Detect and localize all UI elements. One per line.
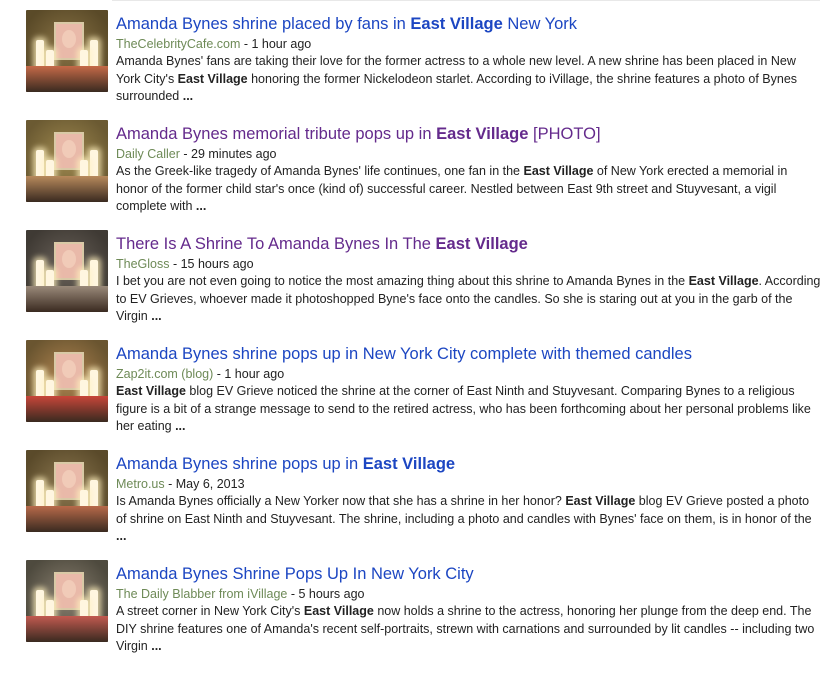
title-text-end: New York <box>502 15 578 33</box>
result-title-link[interactable]: Amanda Bynes shrine pops up in New York … <box>116 344 816 364</box>
result-title-link[interactable]: Amanda Bynes Shrine Pops Up In New York … <box>116 564 816 584</box>
timestamp: - 1 hour ago <box>240 37 312 51</box>
snippet-text: I bet you are not even going to notice t… <box>116 274 689 288</box>
shrine-photo-thumbnail[interactable] <box>26 450 108 532</box>
shrine-photo-thumbnail[interactable] <box>26 560 108 642</box>
title-highlight: East Village <box>362 455 456 473</box>
shrine-photo-thumbnail[interactable] <box>26 340 108 422</box>
shrine-photo-thumbnail[interactable] <box>26 120 108 202</box>
snippet-text: Is Amanda Bynes officially a New Yorker … <box>116 494 566 508</box>
shrine-photo-thumbnail[interactable] <box>26 230 108 312</box>
shrine-photo-thumbnail[interactable] <box>26 10 108 92</box>
source-name[interactable]: TheGloss <box>116 257 170 271</box>
title-highlight: East Village <box>410 15 503 33</box>
result-snippet: Amanda Bynes' fans are taking their love… <box>116 53 822 106</box>
result-meta: The Daily Blabber from iVillage - 5 hour… <box>116 586 816 602</box>
source-name[interactable]: Metro.us <box>116 477 165 491</box>
title-highlight: East Village <box>436 125 529 143</box>
timestamp: - 1 hour ago <box>213 367 285 381</box>
news-result: Amanda Bynes shrine pops up in East Vill… <box>0 442 836 546</box>
news-result: Amanda Bynes shrine placed by fans in Ea… <box>0 2 836 106</box>
title-text-end: [PHOTO] <box>528 125 601 143</box>
snippet-ellipsis: ... <box>151 309 162 323</box>
title-text: Amanda Bynes shrine placed by fans in <box>116 15 411 33</box>
snippet-highlight: East Village <box>688 274 759 288</box>
title-highlight: East Village <box>435 235 528 253</box>
news-result: Amanda Bynes Shrine Pops Up In New York … <box>0 552 836 656</box>
source-name[interactable]: Zap2it.com (blog) <box>116 367 213 381</box>
snippet-highlight: East Village <box>303 604 374 618</box>
result-title-link[interactable]: Amanda Bynes shrine pops up in East Vill… <box>116 454 816 474</box>
news-result: There Is A Shrine To Amanda Bynes In The… <box>0 222 836 326</box>
snippet-highlight: East Village <box>523 164 594 178</box>
result-meta: TheGloss - 15 hours ago <box>116 256 816 272</box>
source-name[interactable]: The Daily Blabber from iVillage <box>116 587 287 601</box>
result-meta: Daily Caller - 29 minutes ago <box>116 146 816 162</box>
result-meta: TheCelebrityCafe.com - 1 hour ago <box>116 36 816 52</box>
title-text: There Is A Shrine To Amanda Bynes In The <box>116 235 436 253</box>
snippet-highlight: East Village <box>565 494 636 508</box>
title-text: Amanda Bynes shrine pops up in New York … <box>116 345 692 363</box>
snippet-text: As the Greek-like tragedy of Amanda Byne… <box>116 164 524 178</box>
title-text: Amanda Bynes memorial tribute pops up in <box>116 125 437 143</box>
snippet-ellipsis: ... <box>195 199 207 213</box>
result-snippet: Is Amanda Bynes officially a New Yorker … <box>116 493 822 546</box>
title-text: Amanda Bynes shrine pops up in <box>116 455 363 473</box>
result-title-link[interactable]: Amanda Bynes shrine placed by fans in Ea… <box>116 14 816 34</box>
title-text: Amanda Bynes Shrine Pops Up In New York … <box>116 565 474 583</box>
snippet-highlight: East Village <box>177 71 248 86</box>
timestamp: - 15 hours ago <box>169 257 254 271</box>
snippet-text-end: blog EV Grieve noticed the shrine at the… <box>116 384 811 433</box>
result-snippet: East Village blog EV Grieve noticed the … <box>116 383 822 436</box>
news-result: Amanda Bynes shrine pops up in New York … <box>0 332 836 436</box>
snippet-ellipsis: ... <box>175 419 186 433</box>
timestamp: - May 6, 2013 <box>164 477 245 491</box>
result-snippet: I bet you are not even going to notice t… <box>116 273 822 326</box>
result-meta: Zap2it.com (blog) - 1 hour ago <box>116 366 816 382</box>
snippet-ellipsis: ... <box>151 639 162 653</box>
snippet-text: A street corner in New York City's <box>116 604 304 618</box>
snippet-highlight: East Village <box>116 384 186 398</box>
timestamp: - 5 hours ago <box>287 587 365 601</box>
source-name[interactable]: Daily Caller <box>116 147 180 161</box>
result-snippet: A street corner in New York City's East … <box>116 603 822 656</box>
result-title-link[interactable]: There Is A Shrine To Amanda Bynes In The… <box>116 234 816 254</box>
source-name[interactable]: TheCelebrityCafe.com <box>116 37 240 51</box>
result-snippet: As the Greek-like tragedy of Amanda Byne… <box>116 163 822 216</box>
result-meta: Metro.us - May 6, 2013 <box>116 476 816 492</box>
news-result: Amanda Bynes memorial tribute pops up in… <box>0 112 836 216</box>
result-title-link[interactable]: Amanda Bynes memorial tribute pops up in… <box>116 124 816 144</box>
snippet-ellipsis: ... <box>182 89 194 103</box>
top-divider <box>112 0 820 1</box>
timestamp: - 29 minutes ago <box>179 147 277 161</box>
snippet-ellipsis: ... <box>116 529 127 543</box>
